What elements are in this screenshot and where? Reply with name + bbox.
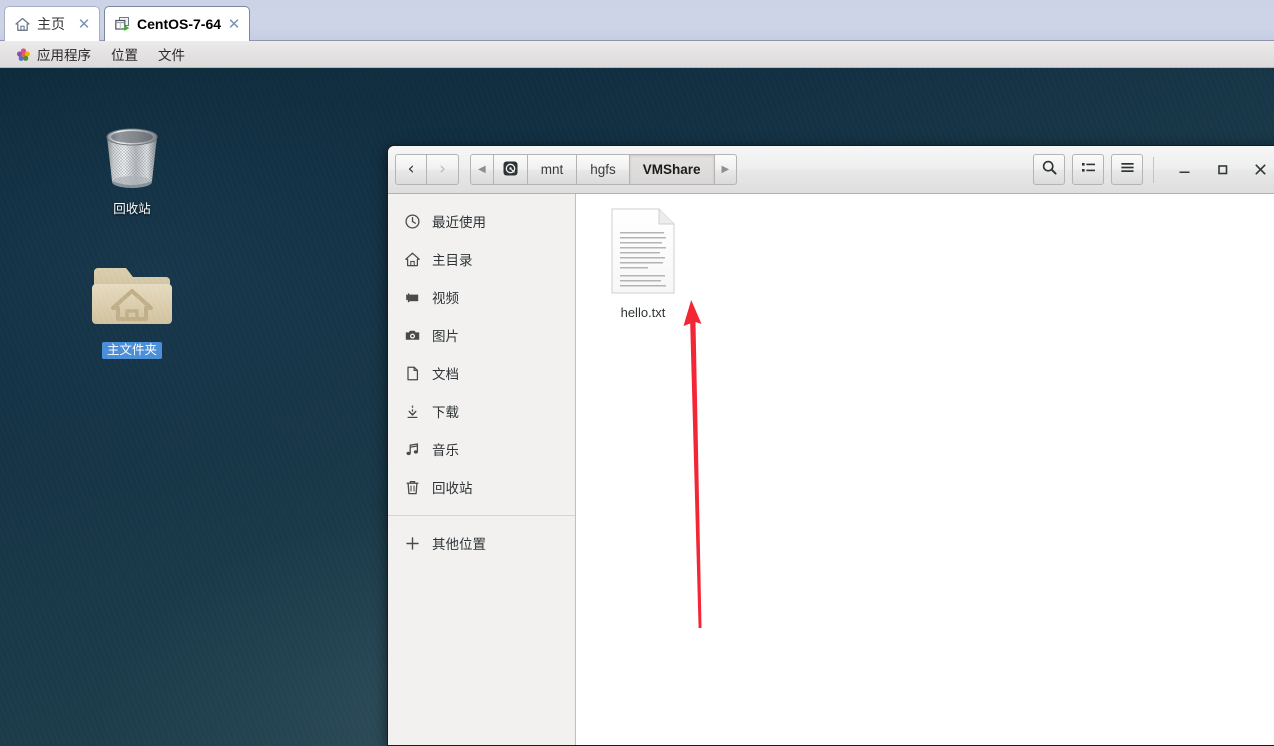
- vmware-tab-home[interactable]: 主页 ✕: [4, 6, 100, 41]
- sidebar-item-label: 其他位置: [432, 537, 486, 552]
- camera-icon: [404, 327, 421, 344]
- desktop-icon-label: 主文件夹: [101, 342, 162, 359]
- breadcrumb-label: hgfs: [590, 162, 616, 177]
- gnome-menu-bar: 应用程序 位置 文件: [0, 41, 1274, 68]
- back-button[interactable]: ‹: [395, 154, 427, 185]
- sidebar-item-music[interactable]: 音乐: [388, 430, 575, 468]
- breadcrumb-scroll-left[interactable]: ◀: [470, 154, 494, 185]
- menu-files-label: 文件: [158, 48, 185, 63]
- download-icon: [404, 403, 421, 420]
- maximize-button[interactable]: [1203, 154, 1241, 185]
- breadcrumb-root[interactable]: [493, 154, 528, 185]
- minimize-button[interactable]: [1165, 154, 1203, 185]
- breadcrumb-label: VMShare: [642, 162, 701, 177]
- search-button[interactable]: [1033, 154, 1065, 185]
- device-harddisk-icon: [502, 160, 519, 180]
- file-item[interactable]: hello.txt: [594, 208, 692, 320]
- close-icon: [1254, 164, 1266, 175]
- header-separator: [1153, 156, 1154, 183]
- file-name-label: hello.txt: [620, 305, 666, 320]
- vmware-tab-centos[interactable]: CentOS-7-64 ✕: [104, 6, 250, 41]
- vmware-tab-label: 主页: [37, 16, 65, 32]
- document-icon: [404, 365, 421, 382]
- home-folder-icon: [77, 258, 187, 336]
- desktop-icon-home-folder[interactable]: 主文件夹: [77, 258, 187, 359]
- view-list-icon: [1080, 159, 1097, 181]
- sidebar-item-pictures[interactable]: 图片: [388, 316, 575, 354]
- files-icon-view[interactable]: hello.txt: [576, 194, 1274, 745]
- vmware-tab-bar: 主页 ✕ CentOS-7-64 ✕: [0, 0, 1274, 41]
- window-controls: [1165, 154, 1274, 185]
- files-sidebar: 最近使用 主目录 视频 图片 文档 下载 音乐 回收站 其他位置: [388, 194, 576, 745]
- files-body: 最近使用 主目录 视频 图片 文档 下载 音乐 回收站 其他位置 hello.t…: [388, 194, 1274, 745]
- chevron-right-icon: ›: [439, 159, 446, 179]
- sidebar-item-home[interactable]: 主目录: [388, 240, 575, 278]
- minimize-icon: [1179, 171, 1189, 173]
- menu-applications[interactable]: 应用程序: [6, 42, 101, 66]
- sidebar-item-downloads[interactable]: 下载: [388, 392, 575, 430]
- menu-button[interactable]: [1111, 154, 1143, 185]
- menu-files[interactable]: 文件: [148, 42, 195, 66]
- sidebar-item-label: 最近使用: [432, 215, 486, 230]
- breadcrumb-item-mnt[interactable]: mnt: [527, 154, 578, 185]
- sidebar-item-documents[interactable]: 文档: [388, 354, 575, 392]
- sidebar-item-other-locations[interactable]: 其他位置: [388, 524, 575, 562]
- sidebar-item-trash[interactable]: 回收站: [388, 468, 575, 506]
- tab-close-icon[interactable]: ✕: [77, 16, 91, 32]
- vmware-tab-label: CentOS-7-64: [137, 16, 221, 32]
- header-tool-buttons: [1033, 154, 1143, 185]
- gnome-foot-icon: [16, 47, 31, 62]
- sidebar-item-label: 音乐: [432, 443, 459, 458]
- navigation-buttons: ‹ ›: [395, 154, 459, 185]
- search-icon: [1041, 159, 1058, 181]
- chevron-left-icon: ‹: [407, 159, 415, 179]
- forward-button[interactable]: ›: [427, 154, 459, 185]
- home-icon: [404, 251, 421, 268]
- sidebar-item-label: 图片: [432, 329, 459, 344]
- breadcrumb-label: mnt: [540, 162, 564, 177]
- menu-applications-label: 应用程序: [37, 48, 91, 63]
- breadcrumb-scroll-right[interactable]: ▶: [714, 154, 738, 185]
- music-icon: [404, 441, 421, 458]
- breadcrumb-item-vmshare[interactable]: VMShare: [629, 154, 715, 185]
- sidebar-item-label: 下载: [432, 405, 459, 420]
- video-icon: [404, 289, 421, 306]
- sidebar-separator: [388, 515, 575, 516]
- sidebar-item-videos[interactable]: 视频: [388, 278, 575, 316]
- sidebar-item-recent[interactable]: 最近使用: [388, 202, 575, 240]
- home-icon: [14, 16, 31, 33]
- sidebar-item-label: 主目录: [432, 253, 473, 268]
- virtual-machine-icon: [114, 16, 131, 33]
- desktop-icon-label: 回收站: [113, 202, 151, 216]
- text-document-icon: [610, 208, 676, 294]
- tab-close-icon[interactable]: ✕: [227, 16, 241, 32]
- files-header-bar: ‹ › ◀ mnt hgfs VMShare ▶: [388, 146, 1274, 194]
- files-window[interactable]: ‹ › ◀ mnt hgfs VMShare ▶ 最近使用 主目录 视频 图片 …: [387, 145, 1274, 746]
- sidebar-item-label: 视频: [432, 291, 459, 306]
- hamburger-menu-icon: [1119, 159, 1136, 181]
- triangle-right-icon: ▶: [721, 164, 730, 175]
- maximize-icon: [1217, 165, 1227, 175]
- menu-places[interactable]: 位置: [101, 42, 148, 66]
- view-toggle-button[interactable]: [1072, 154, 1104, 185]
- clock-icon: [404, 213, 421, 230]
- sidebar-item-label: 回收站: [432, 481, 473, 496]
- close-button[interactable]: [1241, 154, 1274, 185]
- trash-icon: [404, 479, 421, 496]
- breadcrumb: ◀ mnt hgfs VMShare ▶: [470, 154, 738, 185]
- menu-places-label: 位置: [111, 48, 138, 63]
- plus-icon: [404, 535, 421, 552]
- desktop-icon-trash[interactable]: 回收站: [77, 117, 187, 218]
- trash-icon: [77, 117, 187, 195]
- triangle-left-icon: ◀: [478, 164, 486, 175]
- sidebar-item-label: 文档: [432, 367, 459, 382]
- breadcrumb-item-hgfs[interactable]: hgfs: [577, 154, 630, 185]
